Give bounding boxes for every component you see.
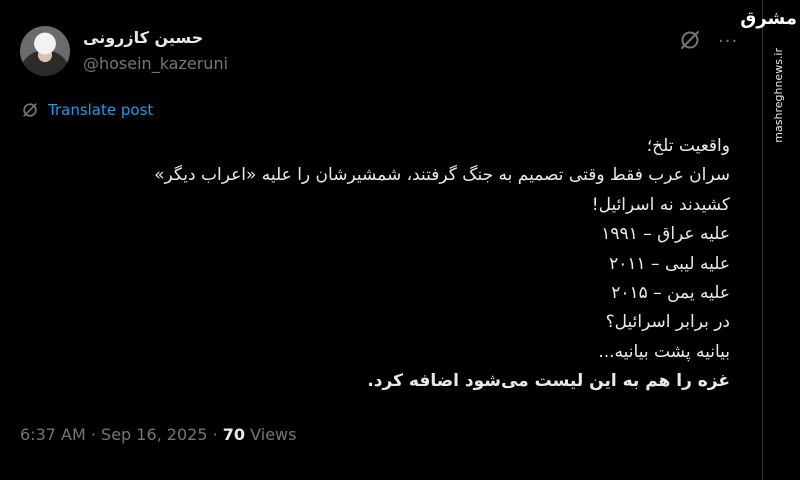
watermark-url: mashreghnews.ir [772,48,785,143]
author-display-name[interactable]: حسین کازرونی [83,28,203,47]
author-handle[interactable]: @hosein_kazeruni [83,54,228,73]
post-line: علیه یمن – ۲۰۱۵ [611,283,730,304]
post-line: بیانیه پشت بیانیه... [598,341,730,362]
grok-icon[interactable] [678,28,702,52]
tweet-card: حسین کازرونی @hosein_kazeruni ... Transl… [0,0,762,480]
views-label: Views [245,425,297,444]
post-line: علیه عراق – ۱۹۹۱ [601,224,730,245]
post-line-bold: غزه را هم به این لیست می‌شود اضافه کرد. [367,371,730,392]
post-date[interactable]: Sep 16, 2025 [101,425,208,444]
watermark-logo: مشرق [740,8,797,29]
post-meta: 6:37 AM · Sep 16, 2025 · 70 Views [20,425,296,444]
translate-icon [23,103,37,117]
meta-separator: · [85,425,102,444]
more-options-icon[interactable]: ... [718,28,738,46]
avatar[interactable] [20,26,70,76]
translate-post-button[interactable]: Translate post [20,100,153,120]
post-time[interactable]: 6:37 AM [20,425,86,444]
meta-separator: · [207,425,223,444]
views-count[interactable]: 70 [223,425,245,444]
post-line: در برابر اسرائیل؟ [605,312,730,333]
translate-post-label[interactable]: Translate post [48,101,153,119]
post-line: واقعیت تلخ؛ [646,136,730,156]
post-text: واقعیت تلخ؛ سران عرب فقط وقتی تصمیم به ج… [30,132,730,397]
post-line: کشیدند نه اسرائیل! [591,194,730,215]
post-line: سران عرب فقط وقتی تصمیم به جنگ گرفتند، ش… [154,165,730,186]
post-line: علیه لیبی – ۲۰۱۱ [609,253,730,274]
